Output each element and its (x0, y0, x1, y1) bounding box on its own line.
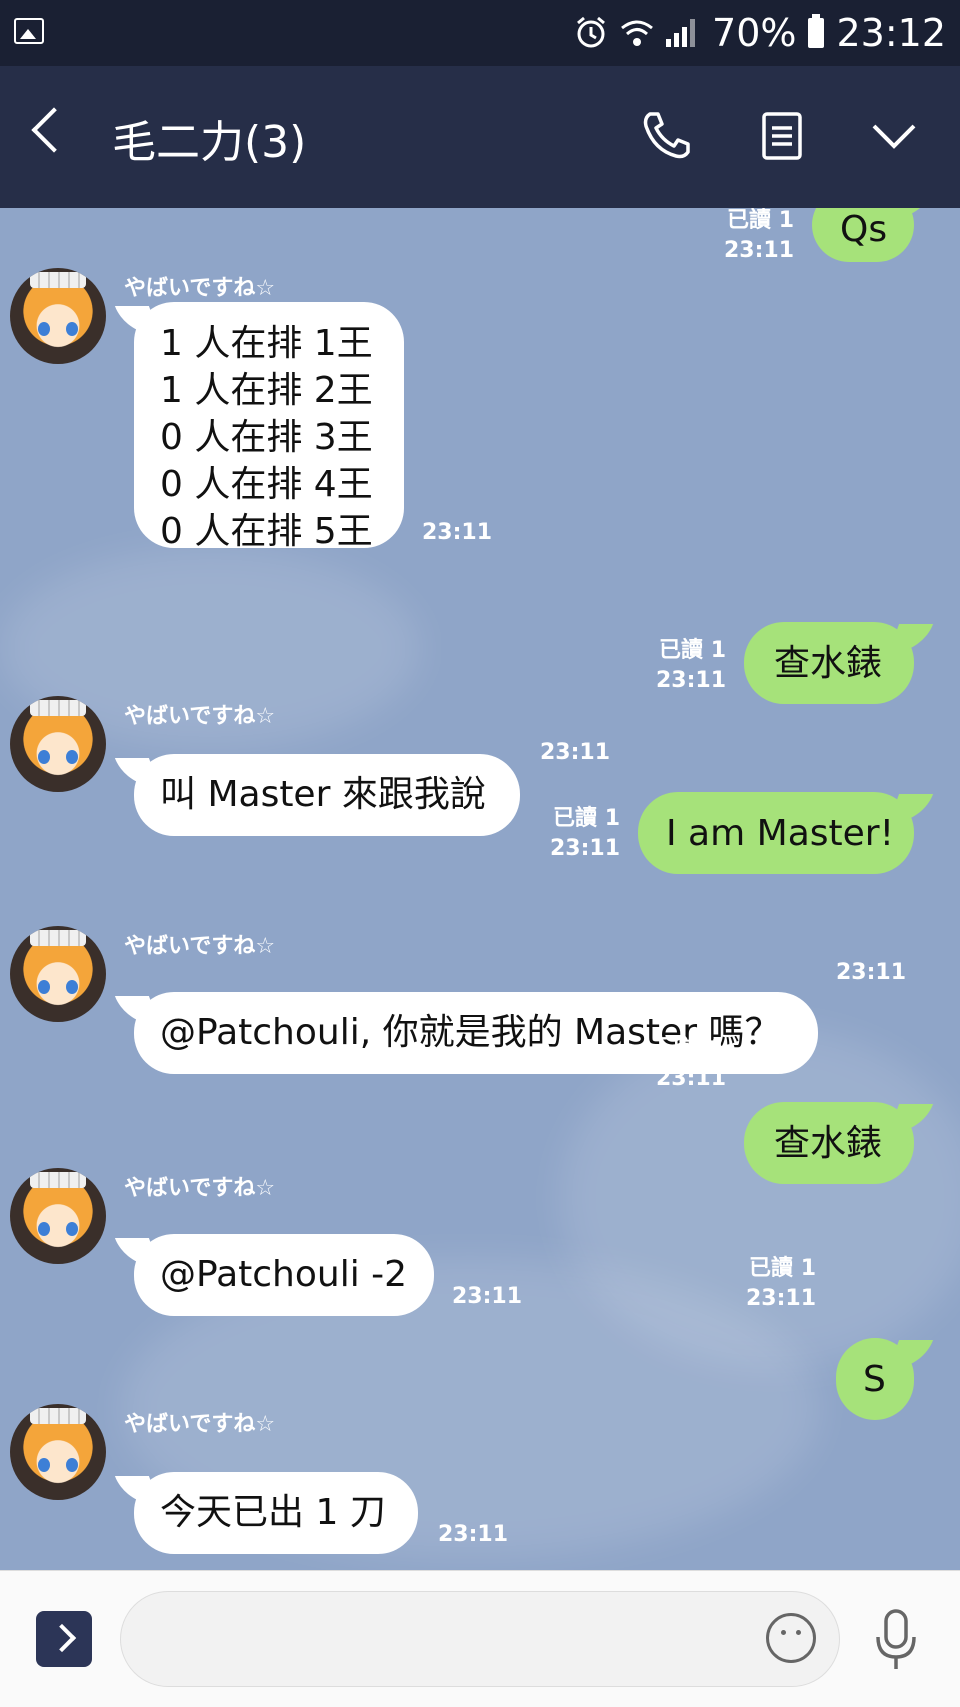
status-bar: 70% 23:12 (0, 0, 960, 66)
avatar[interactable] (10, 1168, 106, 1264)
avatar[interactable] (10, 268, 106, 364)
message-time: 23:11 (422, 520, 493, 545)
clock: 23:12 (836, 11, 946, 55)
read-receipt: 已讀 1 23:11 (745, 1256, 816, 1311)
emoji-icon[interactable] (766, 1613, 816, 1663)
wifi-icon (621, 20, 653, 46)
phone-icon[interactable] (636, 106, 696, 166)
message-time: 23:11 (836, 960, 907, 985)
read-receipt: 已讀 1 23:11 (723, 208, 794, 263)
message-bubble-outgoing[interactable]: S (836, 1338, 914, 1420)
message-bubble-incoming[interactable]: 叫 Master 來跟我說 (134, 754, 520, 836)
notes-icon[interactable] (752, 106, 812, 166)
mic-icon[interactable] (872, 1607, 920, 1675)
sender-name: やばいですね☆ (124, 934, 276, 959)
message-bubble-outgoing[interactable]: I am Master! (638, 792, 914, 874)
message-bubble-outgoing[interactable]: Qs (812, 208, 914, 262)
battery-icon (808, 14, 825, 48)
message-bubble-incoming[interactable]: 今天已出 1 刀 (134, 1472, 418, 1554)
message-time: 23:11 (438, 1522, 509, 1547)
sender-name: やばいですね☆ (124, 1176, 276, 1201)
back-icon[interactable] (31, 107, 77, 153)
image-icon (14, 18, 44, 44)
message-bubble-incoming[interactable]: @Patchouli -2 (134, 1234, 434, 1316)
expand-icon[interactable] (36, 1611, 92, 1667)
message-bubble-outgoing[interactable]: 查水錶 (744, 622, 914, 704)
read-receipt: 已讀 1 23:11 (655, 1036, 726, 1091)
read-receipt: 已讀 1 23:11 (549, 806, 620, 861)
read-receipt: 已讀 1 23:11 (655, 638, 726, 693)
sender-name: やばいですね☆ (124, 704, 276, 729)
avatar[interactable] (10, 696, 106, 792)
chat-title: 毛二力(3) (112, 117, 307, 168)
message-bubble-outgoing[interactable]: 查水錶 (744, 1102, 914, 1184)
chat-header: 毛二力(3) (0, 66, 960, 208)
avatar[interactable] (10, 926, 106, 1022)
message-time: 23:11 (452, 1284, 523, 1309)
input-bar (0, 1570, 960, 1707)
chat-area[interactable]: 已讀 1 23:11 Qs やばいですね☆ 1 人在排 1王 1 人在排 2王 0… (0, 208, 960, 1570)
chevron-down-icon[interactable] (864, 106, 924, 166)
message-input[interactable] (120, 1591, 840, 1687)
avatar[interactable] (10, 1404, 106, 1500)
message-time: 23:11 (540, 740, 611, 765)
alarm-icon (577, 16, 605, 48)
message-bubble-incoming[interactable]: 1 人在排 1王 1 人在排 2王 0 人在排 3王 0 人在排 4王 0 人在… (134, 302, 404, 552)
battery-percent: 70% (712, 11, 797, 55)
sender-name: やばいですね☆ (124, 276, 276, 301)
signal-icon (666, 19, 700, 47)
sender-name: やばいですね☆ (124, 1412, 276, 1437)
